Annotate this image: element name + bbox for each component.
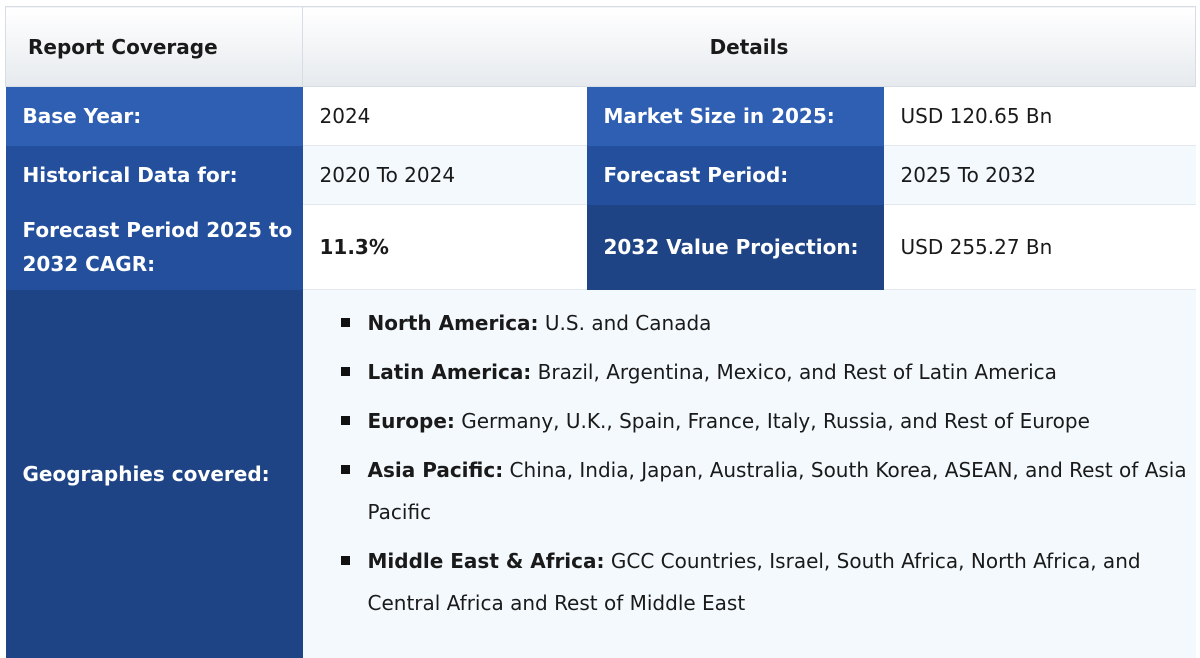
- header-details: Details: [301, 6, 1197, 87]
- row-label-forecast-period: Forecast Period:: [586, 145, 884, 205]
- table-row: Geographies covered: North America: U.S.…: [5, 289, 1196, 658]
- square-bullet-icon: [340, 465, 350, 474]
- region-name: Asia Pacific:: [367, 458, 504, 482]
- list-item: Middle East & Africa: GCC Countries, Isr…: [340, 540, 1196, 624]
- header-report-coverage: Report Coverage: [5, 6, 303, 87]
- square-bullet-icon: [340, 318, 350, 327]
- list-item: North America: U.S. and Canada: [340, 302, 1196, 344]
- region-countries: U.S. and Canada: [538, 311, 712, 335]
- row-label-cagr: Forecast Period 2025 to 2032 CAGR:: [5, 204, 303, 290]
- row-value-historical-data: 2020 To 2024: [302, 145, 587, 205]
- report-coverage-table-container: Report Coverage Details Base Year: 2024 …: [5, 6, 1197, 658]
- geographies-list: North America: U.S. and Canada Latin Ame…: [340, 302, 1196, 624]
- geographies-list-cell: North America: U.S. and Canada Latin Ame…: [302, 289, 1196, 658]
- row-value-value-projection: USD 255.27 Bn: [883, 204, 1196, 290]
- table-header-row: Report Coverage Details: [5, 6, 1197, 87]
- table-row: Base Year: 2024 Market Size in 2025: USD…: [5, 86, 1196, 146]
- row-label-geographies: Geographies covered:: [5, 289, 303, 658]
- row-label-value-projection: 2032 Value Projection:: [586, 204, 884, 290]
- table-row: Forecast Period 2025 to 2032 CAGR: 11.3%…: [5, 204, 1196, 290]
- region-name: North America:: [367, 311, 539, 335]
- square-bullet-icon: [340, 416, 350, 425]
- region-countries: Germany, U.K., Spain, France, Italy, Rus…: [454, 409, 1090, 433]
- row-label-historical-data: Historical Data for:: [5, 145, 303, 205]
- region-name: Europe:: [367, 409, 455, 433]
- row-label-market-size: Market Size in 2025:: [586, 86, 884, 146]
- row-value-cagr: 11.3%: [302, 204, 587, 290]
- list-item: Asia Pacific: China, India, Japan, Austr…: [340, 449, 1196, 533]
- row-value-base-year: 2024: [302, 86, 587, 146]
- list-item: Europe: Germany, U.K., Spain, France, It…: [340, 400, 1196, 442]
- row-value-market-size: USD 120.65 Bn: [883, 86, 1196, 146]
- row-label-base-year: Base Year:: [5, 86, 303, 146]
- report-coverage-table: Report Coverage Details Base Year: 2024 …: [5, 6, 1197, 658]
- region-countries: Brazil, Argentina, Mexico, and Rest of L…: [531, 360, 1057, 384]
- row-value-forecast-period: 2025 To 2032: [883, 145, 1196, 205]
- list-item: Latin America: Brazil, Argentina, Mexico…: [340, 351, 1196, 393]
- region-name: Latin America:: [367, 360, 532, 384]
- table-row: Historical Data for: 2020 To 2024 Foreca…: [5, 145, 1196, 205]
- square-bullet-icon: [340, 556, 350, 565]
- square-bullet-icon: [340, 367, 350, 376]
- region-name: Middle East & Africa:: [367, 549, 605, 573]
